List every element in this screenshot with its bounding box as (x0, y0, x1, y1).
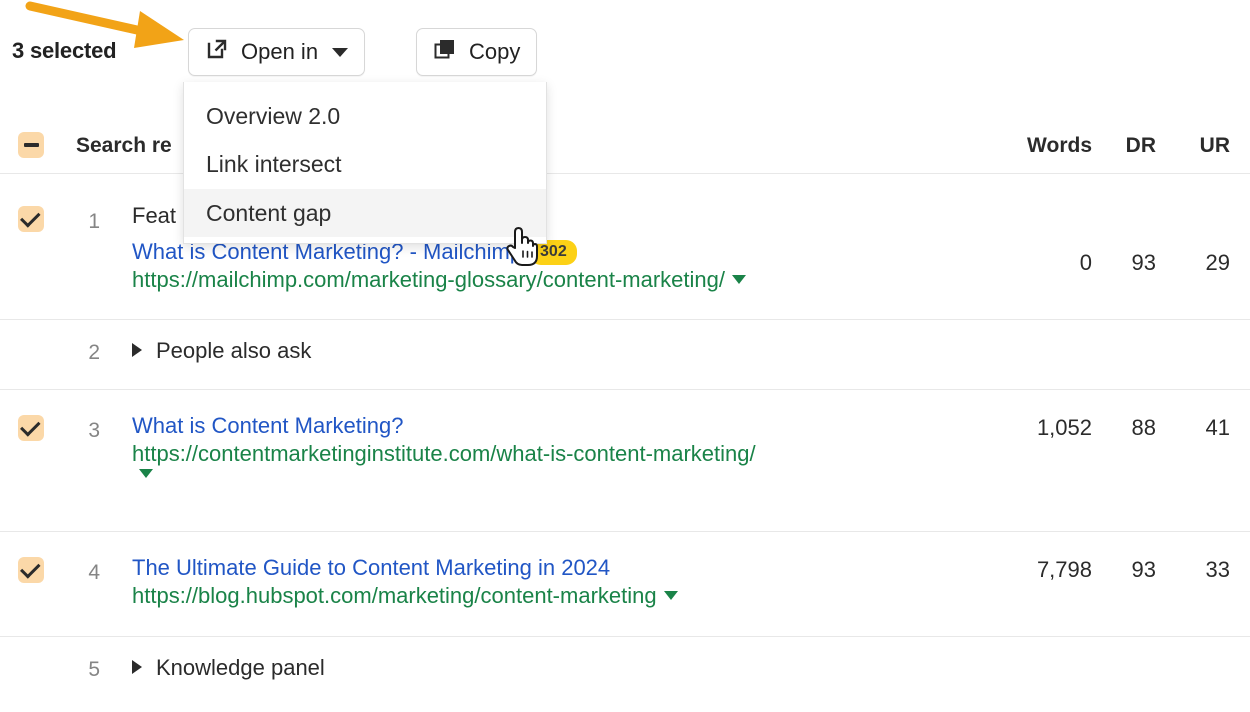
copy-icon (433, 37, 457, 67)
row-rank: 4 (72, 561, 100, 585)
row-words-value: 7,798 (1008, 557, 1092, 583)
chevron-down-icon (332, 48, 348, 57)
row-content: The Ultimate Guide to Content Marketing … (132, 554, 962, 610)
table-row: 3 What is Content Marketing? https://con… (0, 390, 1250, 532)
row-content: People also ask (132, 338, 962, 364)
expand-triangle-icon[interactable] (132, 660, 142, 674)
row-content: Knowledge panel (132, 655, 962, 681)
row-checkbox[interactable] (18, 415, 44, 441)
result-url-link[interactable]: https://mailchimp.com/marketing-glossary… (132, 267, 725, 292)
row-ur-value: 29 (1186, 250, 1230, 276)
expand-triangle-icon[interactable] (132, 343, 142, 357)
row-checkbox-cell (18, 557, 44, 583)
check-icon (20, 416, 41, 437)
column-header-ur[interactable]: UR (1186, 134, 1230, 158)
check-icon (20, 558, 41, 579)
row-checkbox-cell (18, 415, 44, 441)
result-url-link[interactable]: https://contentmarketinginstitute.com/wh… (132, 441, 756, 466)
row-ur-value: 33 (1186, 557, 1230, 583)
table-row: 2 People also ask (0, 320, 1250, 390)
url-chevron-down-icon[interactable] (732, 275, 746, 284)
row-words-value: 1,052 (1008, 415, 1092, 441)
row-rank: 1 (72, 210, 100, 234)
copy-button[interactable]: Copy (416, 28, 537, 76)
indeterminate-dash-icon (24, 143, 39, 147)
column-header-words[interactable]: Words (1008, 134, 1092, 158)
row-words-value: 0 (1008, 250, 1092, 276)
result-title-link[interactable]: The Ultimate Guide to Content Marketing … (132, 555, 610, 580)
row-rank: 3 (72, 419, 100, 443)
external-link-icon (205, 37, 229, 67)
serp-feature-label: People also ask (156, 338, 311, 363)
dropdown-item-content-gap[interactable]: Content gap (184, 189, 546, 237)
row-dr-value: 88 (1112, 415, 1156, 441)
row-ur-value: 41 (1186, 415, 1230, 441)
select-all-checkbox[interactable] (18, 132, 44, 158)
selected-count-label: 3 selected (12, 38, 116, 64)
row-checkbox[interactable] (18, 557, 44, 583)
result-url-link[interactable]: https://blog.hubspot.com/marketing/conte… (132, 583, 657, 608)
result-title-link[interactable]: What is Content Marketing? (132, 413, 403, 438)
row-checkbox[interactable] (18, 206, 44, 232)
row-rank: 2 (72, 341, 100, 365)
url-chevron-down-icon[interactable] (139, 469, 153, 478)
table-row: 5 Knowledge panel (0, 637, 1250, 707)
url-chevron-down-icon[interactable] (664, 591, 678, 600)
open-in-label: Open in (241, 41, 318, 63)
table-row: 4 The Ultimate Guide to Content Marketin… (0, 532, 1250, 637)
open-in-dropdown-menu: Overview 2.0 Link intersect Content gap (183, 82, 547, 244)
open-in-button[interactable]: Open in (188, 28, 365, 76)
row-dr-value: 93 (1112, 250, 1156, 276)
dropdown-item-link-intersect[interactable]: Link intersect (184, 140, 546, 188)
row-dr-value: 93 (1112, 557, 1156, 583)
copy-label: Copy (469, 41, 520, 63)
select-all-checkbox-cell (18, 132, 44, 158)
column-header-search-results: Search re (76, 134, 172, 158)
check-icon (20, 207, 41, 228)
row-rank: 5 (72, 658, 100, 682)
serp-feature-label: Knowledge panel (156, 655, 325, 680)
column-header-dr[interactable]: DR (1112, 134, 1156, 158)
row-content: What is Content Marketing? https://conte… (132, 412, 962, 486)
dropdown-item-overview[interactable]: Overview 2.0 (184, 92, 546, 140)
row-checkbox-cell (18, 206, 44, 232)
